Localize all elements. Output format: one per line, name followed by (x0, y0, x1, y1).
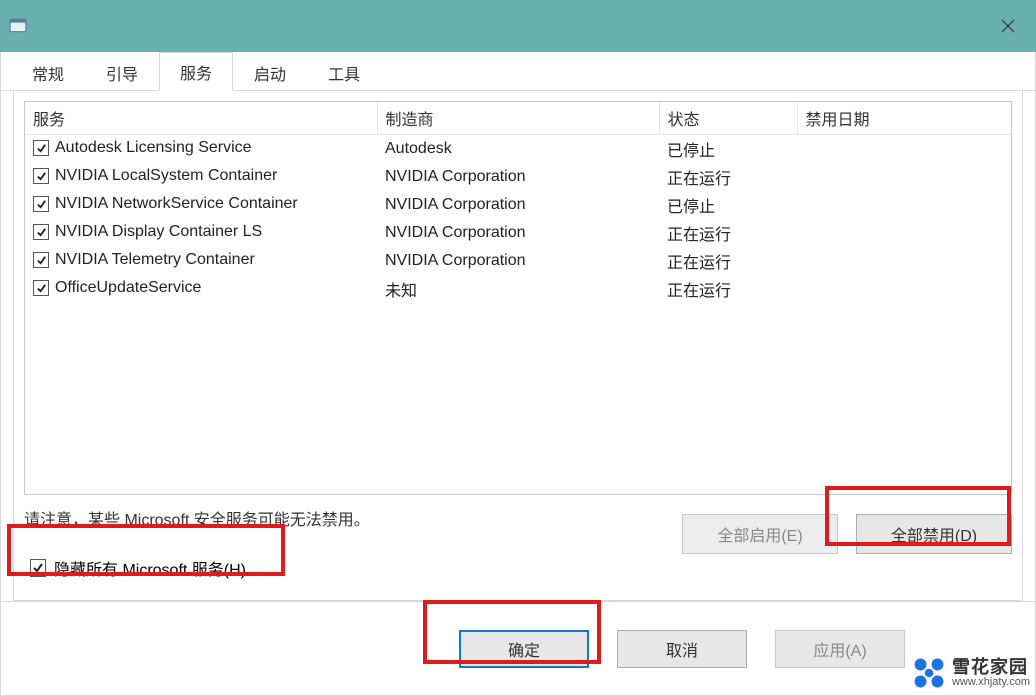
checkbox-icon (30, 559, 46, 577)
service-manufacturer: NVIDIA Corporation (377, 219, 659, 247)
service-disable-date (797, 163, 1011, 191)
service-status: 已停止 (659, 135, 797, 164)
col-header-disable-date[interactable]: 禁用日期 (797, 102, 1011, 135)
service-checkbox[interactable] (33, 196, 49, 212)
dialog-footer: 确定 取消 应用(A) (1, 601, 1035, 695)
service-checkbox[interactable] (33, 252, 49, 268)
col-header-status[interactable]: 状态 (659, 102, 797, 135)
service-disable-date (797, 191, 1011, 219)
service-checkbox[interactable] (33, 140, 49, 156)
apply-button[interactable]: 应用(A) (775, 630, 905, 668)
service-disable-date (797, 135, 1011, 164)
enable-all-button[interactable]: 全部启用(E) (682, 514, 838, 554)
action-row: 全部启用(E) 全部禁用(D) (682, 514, 1012, 554)
col-header-service[interactable]: 服务 (25, 102, 377, 135)
services-panel: 服务 制造商 状态 禁用日期 Autodesk Licensing Servic… (13, 91, 1023, 601)
service-disable-date (797, 219, 1011, 247)
app-icon (8, 16, 28, 36)
tab-4[interactable]: 工具 (307, 53, 381, 91)
tab-strip: 常规引导服务启动工具 (1, 52, 1035, 91)
service-manufacturer: NVIDIA Corporation (377, 247, 659, 275)
service-row[interactable]: NVIDIA LocalSystem Container NVIDIA Corpo… (25, 163, 1011, 191)
watermark-text: 雪花家园 (952, 658, 1030, 677)
cancel-button[interactable]: 取消 (617, 630, 747, 668)
warning-note: 请注意，某些 Microsoft 安全服务可能无法禁用。 (24, 506, 370, 530)
watermark: 雪花家园 www.xhjaty.com (912, 656, 1030, 690)
service-row[interactable]: NVIDIA NetworkService Container NVIDIA Co… (25, 191, 1011, 219)
service-name: Autodesk Licensing Service (55, 139, 252, 157)
hide-ms-label: 隐藏所有 Microsoft 服务(H) (54, 556, 246, 580)
tab-3[interactable]: 启动 (233, 53, 307, 91)
titlebar (0, 0, 1036, 52)
service-status: 正在运行 (659, 219, 797, 247)
disable-all-button[interactable]: 全部禁用(D) (856, 514, 1012, 554)
ok-button[interactable]: 确定 (459, 630, 589, 668)
snowflake-icon (912, 656, 946, 690)
service-status: 正在运行 (659, 247, 797, 275)
service-status: 已停止 (659, 191, 797, 219)
service-checkbox[interactable] (33, 224, 49, 240)
service-row[interactable]: Autodesk Licensing Service Autodesk已停止 (25, 135, 1011, 164)
tab-2[interactable]: 服务 (159, 52, 233, 91)
watermark-url: www.xhjaty.com (952, 677, 1030, 689)
service-status: 正在运行 (659, 275, 797, 303)
services-list[interactable]: 服务 制造商 状态 禁用日期 Autodesk Licensing Servic… (24, 101, 1012, 495)
service-name: NVIDIA NetworkService Container (55, 195, 298, 213)
tab-1[interactable]: 引导 (85, 53, 159, 91)
service-name: NVIDIA Telemetry Container (55, 251, 255, 269)
hide-ms-checkbox[interactable]: 隐藏所有 Microsoft 服务(H) (30, 556, 246, 580)
service-disable-date (797, 275, 1011, 303)
service-manufacturer: Autodesk (377, 135, 659, 164)
service-status: 正在运行 (659, 163, 797, 191)
col-header-manufacturer[interactable]: 制造商 (377, 102, 659, 135)
service-manufacturer: 未知 (377, 275, 659, 303)
service-disable-date (797, 247, 1011, 275)
service-manufacturer: NVIDIA Corporation (377, 163, 659, 191)
client-area: 常规引导服务启动工具 服务 制造商 状态 禁用日期 Autodesk Licen… (0, 52, 1036, 696)
tab-0[interactable]: 常规 (11, 53, 85, 91)
service-row[interactable]: NVIDIA Display Container LS NVIDIA Corpor… (25, 219, 1011, 247)
close-button[interactable] (980, 0, 1036, 52)
service-row[interactable]: NVIDIA Telemetry Container NVIDIA Corpora… (25, 247, 1011, 275)
service-name: NVIDIA Display Container LS (55, 223, 262, 241)
service-name: NVIDIA LocalSystem Container (55, 167, 277, 185)
service-row[interactable]: OfficeUpdateService 未知正在运行 (25, 275, 1011, 303)
service-checkbox[interactable] (33, 280, 49, 296)
service-name: OfficeUpdateService (55, 279, 201, 297)
service-manufacturer: NVIDIA Corporation (377, 191, 659, 219)
service-checkbox[interactable] (33, 168, 49, 184)
